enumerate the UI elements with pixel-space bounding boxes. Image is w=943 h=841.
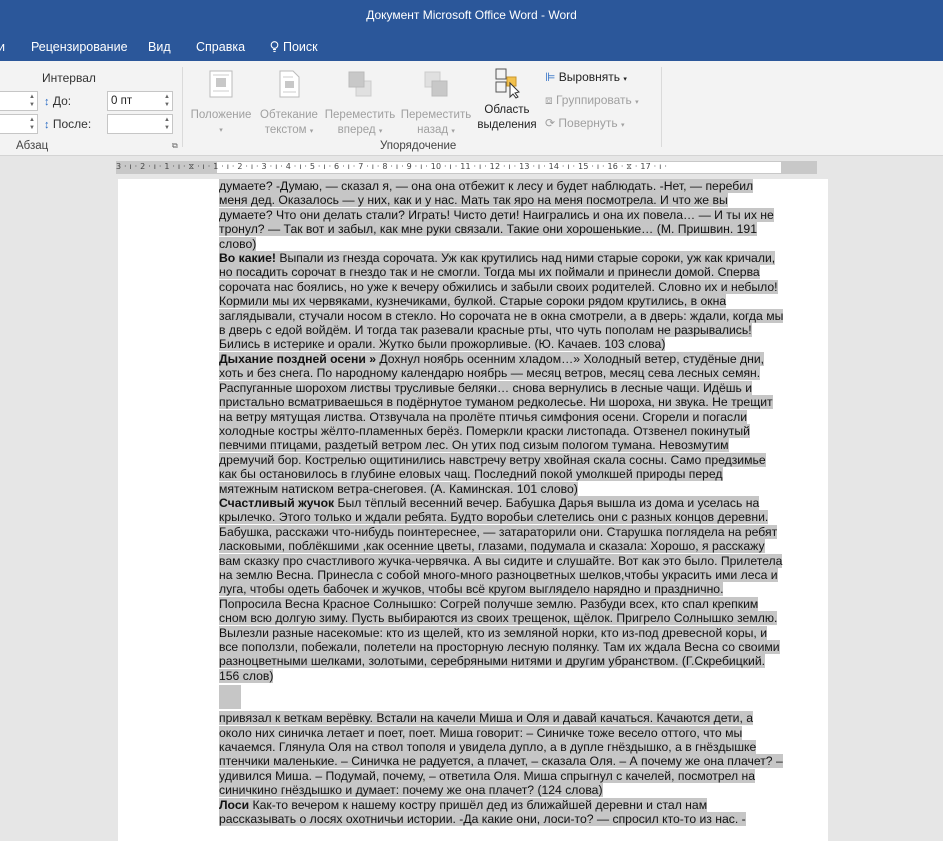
document-body[interactable]: думаете? -Думаю, — сказал я, — она она о… — [219, 179, 784, 827]
title-bar: Документ Microsoft Office Word - Word — [0, 0, 943, 31]
paragraph-group-label: Абзац — [16, 140, 49, 152]
position-icon — [209, 70, 233, 98]
spinner-arrows-icon: ▲ ▼ — [29, 94, 35, 108]
rotate-icon: ⟳ — [545, 116, 556, 130]
bring-forward-icon — [348, 71, 372, 97]
interval-label: Интервал — [42, 71, 96, 85]
dropdown-arrow-icon: ▾ — [635, 99, 639, 106]
position-button[interactable]: Положение ▾ — [188, 69, 254, 138]
align-label: Выровнять — [558, 70, 621, 84]
space-after-input[interactable]: ▲ ▼ — [107, 114, 173, 134]
horizontal-ruler[interactable]: 3 · ı · 2 · ı · 1 · ı · ⧖ · ı · 1 · ı · … — [0, 157, 943, 177]
space-before-text: До: — [52, 94, 72, 108]
paragraph: Во какие! Выпали из гнезда сорочата. Уж … — [219, 251, 784, 352]
align-icon: ⊫ — [545, 70, 556, 84]
paragraph: Счастливый жучок Был тёплый весенний веч… — [219, 495, 784, 683]
spinner-arrows-icon: ▲ ▼ — [164, 117, 170, 131]
paragraph: думаете? -Думаю, — сказал я, — она она о… — [219, 179, 784, 251]
tab-tell-me-label: Поиск — [283, 40, 318, 54]
window-title: Документ Microsoft Office Word - Word — [366, 8, 577, 22]
spacing-after-icon: ↕ — [44, 119, 50, 131]
group-separator — [661, 67, 662, 147]
dropdown-arrow-icon: ▾ — [621, 122, 625, 129]
paragraph-text: Как-то вечером к нашему костру пришёл де… — [219, 797, 746, 827]
indent-right-spinner[interactable]: ▲ ▼ — [0, 114, 38, 134]
paragraph-heading: Во какие! — [219, 251, 276, 266]
align-button[interactable]: ⊫ Выровнять ▾ — [545, 70, 627, 84]
indent-left-spinner[interactable]: ▲ ▼ — [0, 91, 38, 111]
paragraph-text: Выпали из гнезда сорочата. Уж как крутил… — [219, 251, 784, 352]
space-after-label: ↕ После: — [44, 117, 91, 131]
space-before-value: 0 пт — [111, 95, 133, 107]
group-icon: ⧈ — [545, 93, 553, 107]
paragraph: Лоси Как-то вечером к нашему костру приш… — [219, 797, 784, 827]
wrap-text-icon — [279, 70, 300, 98]
group-separator — [182, 67, 183, 147]
paragraph-heading: Счастливый жучок — [219, 495, 335, 510]
paragraph: привязал к веткам верёвку. Встали на кач… — [219, 711, 784, 798]
spacing-before-icon: ↕ — [44, 96, 50, 108]
tab-partial[interactable]: и — [0, 40, 5, 54]
lightbulb-icon — [270, 41, 279, 53]
ruler-right-margin — [781, 161, 817, 174]
paragraph-heading: Лоси — [219, 797, 250, 812]
spinner-arrows-icon: ▲ ▼ — [29, 117, 35, 131]
dropdown-arrow-icon: ▾ — [378, 128, 383, 135]
paragraph: Дыхание поздней осени » Дохнул ноябрь ос… — [219, 351, 784, 496]
dropdown-arrow-icon: ▾ — [451, 128, 455, 135]
dropdown-arrow-icon: ▾ — [219, 127, 223, 134]
tab-tell-me[interactable]: Поиск — [270, 40, 318, 54]
empty-paragraph — [219, 683, 784, 711]
arrange-group-label: Упорядочение — [380, 140, 457, 152]
wrap-text-button[interactable]: Обтекание текстом ▾ — [256, 69, 322, 139]
space-before-input[interactable]: 0 пт ▲ ▼ — [107, 91, 173, 111]
tab-help[interactable]: Справка — [196, 40, 245, 54]
position-label: Положение — [190, 109, 252, 121]
tab-review[interactable]: Рецензирование — [31, 40, 128, 54]
dropdown-arrow-icon: ▾ — [309, 128, 314, 135]
bring-forward-label-2: вперед — [337, 124, 376, 136]
paragraph-text: привязал к веткам верёвку. Встали на кач… — [219, 711, 783, 798]
paragraph-text: Дохнул ноябрь осенним хладом…» Холодный … — [219, 351, 773, 496]
send-backward-label-2: назад — [417, 124, 449, 136]
selection-pane-label-1: Область — [484, 104, 530, 116]
ruler-marks: 3 · ı · 2 · ı · 1 · ı · ⧖ · ı · 1 · ı · … — [116, 162, 668, 171]
selection-pane-label-2: выделения — [477, 119, 537, 131]
spinner-arrows-icon: ▲ ▼ — [164, 94, 170, 108]
selection-pane-icon — [495, 68, 520, 99]
ribbon-tabs: и Рецензирование Вид Справка Поиск — [0, 31, 943, 61]
group-btn-label: Группировать — [555, 93, 632, 107]
rotate-button[interactable]: ⟳ Повернуть ▾ — [545, 116, 625, 130]
rotate-label: Повернуть — [558, 116, 618, 130]
selection-pane-button[interactable]: Область выделения — [476, 67, 538, 133]
wrap-text-label-2: текстом — [264, 124, 307, 136]
empty-line-highlight — [219, 685, 241, 710]
wrap-text-label-1: Обтекание — [260, 109, 318, 121]
group-button[interactable]: ⧈ Группировать ▾ — [545, 93, 639, 108]
ribbon: Интервал ▲ ▼ ▲ ▼ ↕ До: ↕ После: 0 пт ▲ ▼ ▲ ▼ … — [0, 61, 943, 156]
paragraph-text: думаете? -Думаю, — сказал я, — она она о… — [219, 179, 774, 251]
send-backward-button[interactable]: Переместить назад ▾ — [399, 69, 473, 139]
tab-view[interactable]: Вид — [148, 40, 171, 54]
paragraph-text: Был тёплый весенний вечер. Бабушка Дарья… — [219, 495, 783, 683]
space-before-label: ↕ До: — [44, 94, 71, 108]
dialog-launcher-icon[interactable]: ⧉ — [172, 141, 178, 151]
send-backward-label-1: Переместить — [400, 109, 472, 121]
paragraph-heading: Дыхание поздней осени » — [219, 351, 376, 366]
send-backward-icon — [424, 71, 448, 97]
bring-forward-button[interactable]: Переместить вперед ▾ — [323, 69, 397, 139]
dropdown-arrow-icon: ▾ — [623, 76, 627, 83]
space-after-text: После: — [52, 117, 92, 131]
bring-forward-label-1: Переместить — [324, 109, 396, 121]
